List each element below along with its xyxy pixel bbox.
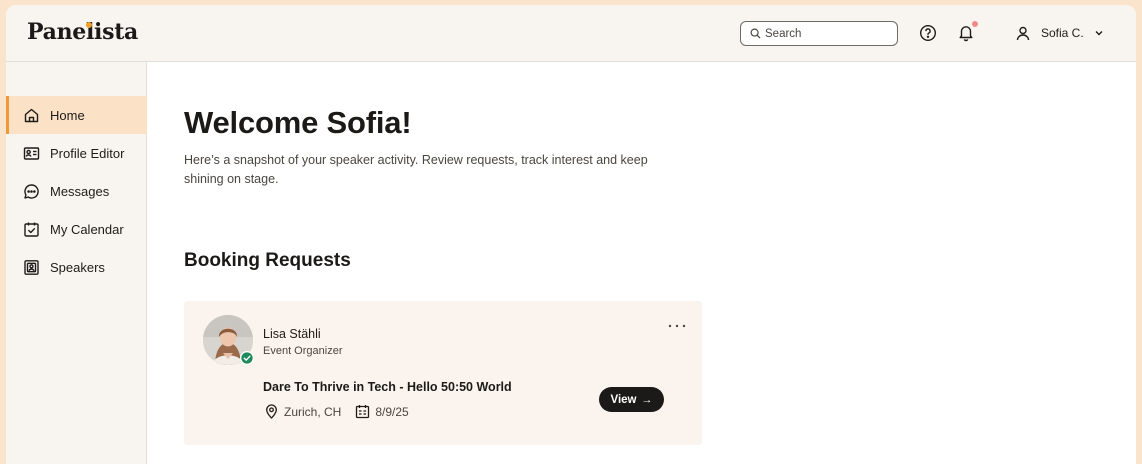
event-date: 8/9/25 [375,404,409,419]
requester-role: Event Organizer [263,345,343,357]
search-input[interactable]: Search [740,21,898,46]
id-card-icon [23,146,40,160]
sidebar-item-label: Messages [50,183,110,199]
sidebar-item-label: Speakers [50,259,105,275]
sidebar-item-home[interactable]: Home [6,96,147,134]
section-title-booking-requests: Booking Requests [184,250,351,271]
calendar-check-icon [24,222,39,237]
event-meta: Zurich, CH 8/9/25 [264,404,409,419]
page-title: Welcome Sofia! [184,105,412,140]
chevron-down-icon [1095,31,1103,36]
notification-dot [972,21,978,27]
sidebar-item-label: Profile Editor [50,145,125,161]
app-window: Panelista Search Sofia C. Home Profile E… [6,5,1136,464]
logo-accent-dot [86,22,92,28]
sidebar-item-my-calendar[interactable]: My Calendar [6,210,147,248]
page-subtitle: Here’s a snapshot of your speaker activi… [184,153,648,186]
view-button-label: View [610,393,637,406]
booking-request-card: Lisa Stähli Event Organizer Dare To Thri… [184,301,702,445]
logo[interactable]: Panelista [27,19,138,45]
location-pin-icon [266,404,277,419]
sidebar-item-profile-editor[interactable]: Profile Editor [6,134,147,172]
search-icon [750,28,761,39]
home-icon [24,108,39,122]
event-location: Zurich, CH [284,404,342,419]
verified-badge-icon [240,351,254,365]
sidebar-item-label: My Calendar [50,221,124,237]
top-header: Panelista Search Sofia C. [6,5,1136,62]
contact-book-icon [24,259,39,275]
sidebar-item-label: Home [50,107,85,123]
calendar-icon [356,405,370,419]
arrow-right-icon: → [641,393,653,406]
chat-bubble-icon [24,183,39,199]
search-placeholder: Search [765,27,802,40]
requester-name: Lisa Stähli [263,327,321,341]
user-name: Sofia C. [1041,26,1084,40]
help-icon[interactable] [919,24,937,42]
sidebar-item-speakers[interactable]: Speakers [6,248,147,286]
sidebar: Home Profile Editor Messages My Calendar… [6,62,147,464]
sidebar-item-messages[interactable]: Messages [6,172,147,210]
event-title: Dare To Thrive in Tech - Hello 50:50 Wor… [263,380,512,394]
view-button[interactable]: View → [599,387,664,412]
user-icon [1016,26,1030,40]
user-menu[interactable]: Sofia C. [1016,23,1104,43]
more-options-icon[interactable] [666,321,688,331]
